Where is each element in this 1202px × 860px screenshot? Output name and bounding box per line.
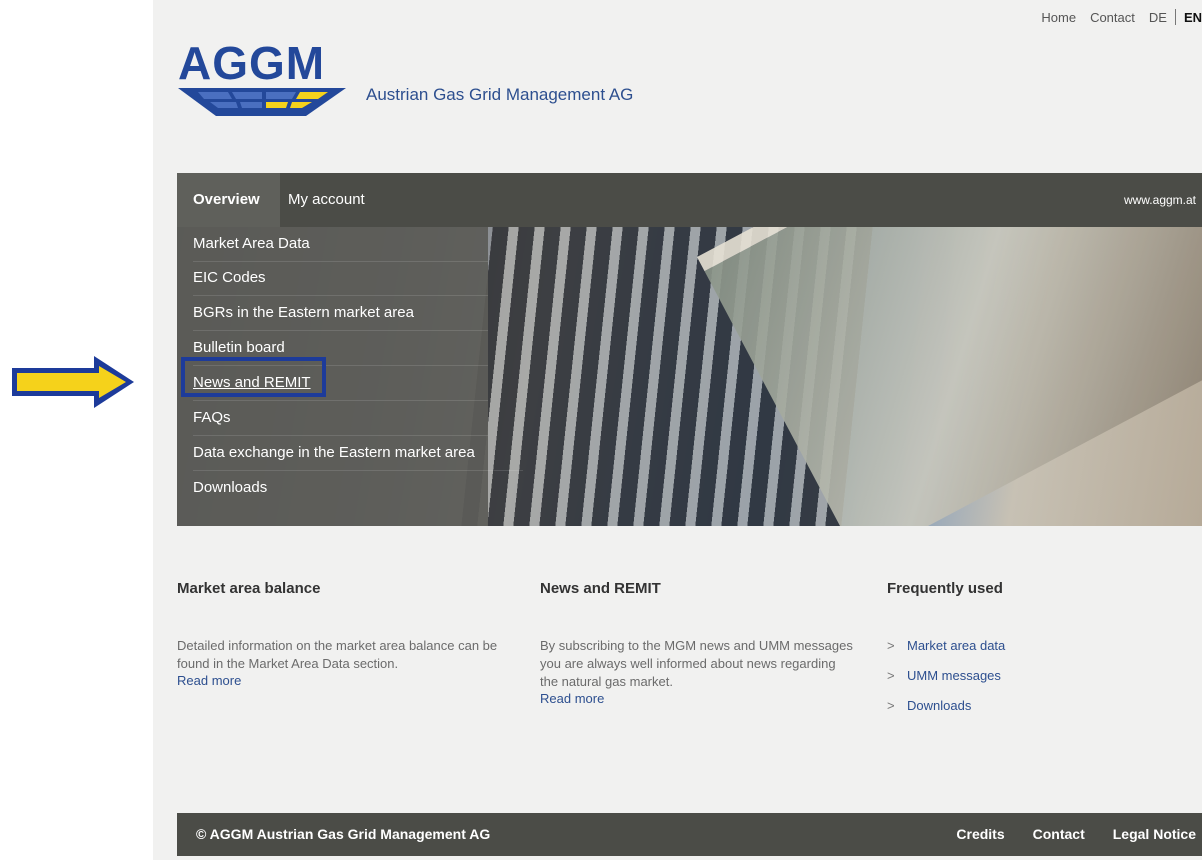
link-umm-messages[interactable]: > UMM messages: [887, 667, 1137, 697]
footer-copyright: © AGGM Austrian Gas Grid Management AG: [196, 826, 491, 842]
menu-item-downloads[interactable]: Downloads: [193, 471, 488, 505]
menu-item-data-exchange[interactable]: Data exchange in the Eastern market area: [193, 436, 523, 471]
frequently-used-section: Frequently used > Market area data > UMM m…: [887, 580, 1137, 727]
section-text: By subscribing to the MGM news and UMM m…: [540, 638, 853, 689]
chevron-right-icon: >: [887, 668, 895, 683]
footer-link-legal-notice[interactable]: Legal Notice: [1113, 813, 1196, 856]
menu-item-faqs[interactable]: FAQs: [193, 401, 488, 436]
company-name: Austrian Gas Grid Management AG: [366, 85, 634, 104]
section-text: Detailed information on the market area …: [177, 638, 498, 671]
market-area-balance-section: Market area balance Detailed information…: [177, 580, 507, 688]
menu-item-eic-codes[interactable]: EIC Codes: [193, 261, 488, 296]
home-link[interactable]: Home: [1041, 10, 1076, 25]
section-title: News and REMIT: [540, 580, 661, 597]
language-en-link[interactable]: EN: [1184, 10, 1202, 25]
aggm-logo[interactable]: AGGM: [176, 40, 348, 120]
language-separator: [1174, 9, 1176, 25]
link-downloads[interactable]: > Downloads: [887, 697, 1137, 727]
highlight-box: [181, 357, 326, 397]
read-more-link[interactable]: Read more: [540, 691, 855, 706]
logo-grid-icon: [178, 88, 346, 116]
chevron-right-icon: >: [887, 698, 895, 713]
main-nav-bar: Overview My account www.aggm.at: [177, 173, 1202, 227]
chevron-right-icon: >: [887, 638, 895, 653]
menu-item-market-area-data[interactable]: Market Area Data: [193, 227, 488, 262]
link-market-area-data[interactable]: > Market area data: [887, 637, 1137, 667]
arrow-icon: [12, 356, 134, 408]
language-de-link[interactable]: DE: [1149, 10, 1167, 25]
menu-item-bgrs-eastern[interactable]: BGRs in the Eastern market area: [193, 296, 488, 331]
footer-links: Credits Contact Legal Notice: [956, 813, 1196, 856]
footer-link-contact[interactable]: Contact: [1033, 813, 1085, 856]
read-more-link[interactable]: Read more: [177, 673, 507, 688]
section-title: Market area balance: [177, 580, 321, 597]
tab-overview[interactable]: Overview: [177, 173, 280, 227]
logo-wordmark: AGGM: [178, 37, 326, 89]
footer: © AGGM Austrian Gas Grid Management AG C…: [177, 813, 1202, 856]
site-link[interactable]: www.aggm.at: [1124, 173, 1196, 227]
footer-link-credits[interactable]: Credits: [956, 813, 1004, 856]
section-title: Frequently used: [887, 580, 1003, 597]
tab-my-account[interactable]: My account: [272, 173, 381, 227]
top-utility-nav: Home Contact DE EN: [1027, 8, 1202, 26]
contact-link[interactable]: Contact: [1090, 10, 1135, 25]
news-and-remit-section: News and REMIT By subscribing to the MGM…: [540, 580, 855, 706]
frequently-used-list: > Market area data > UMM messages > Downloa…: [887, 637, 1137, 727]
